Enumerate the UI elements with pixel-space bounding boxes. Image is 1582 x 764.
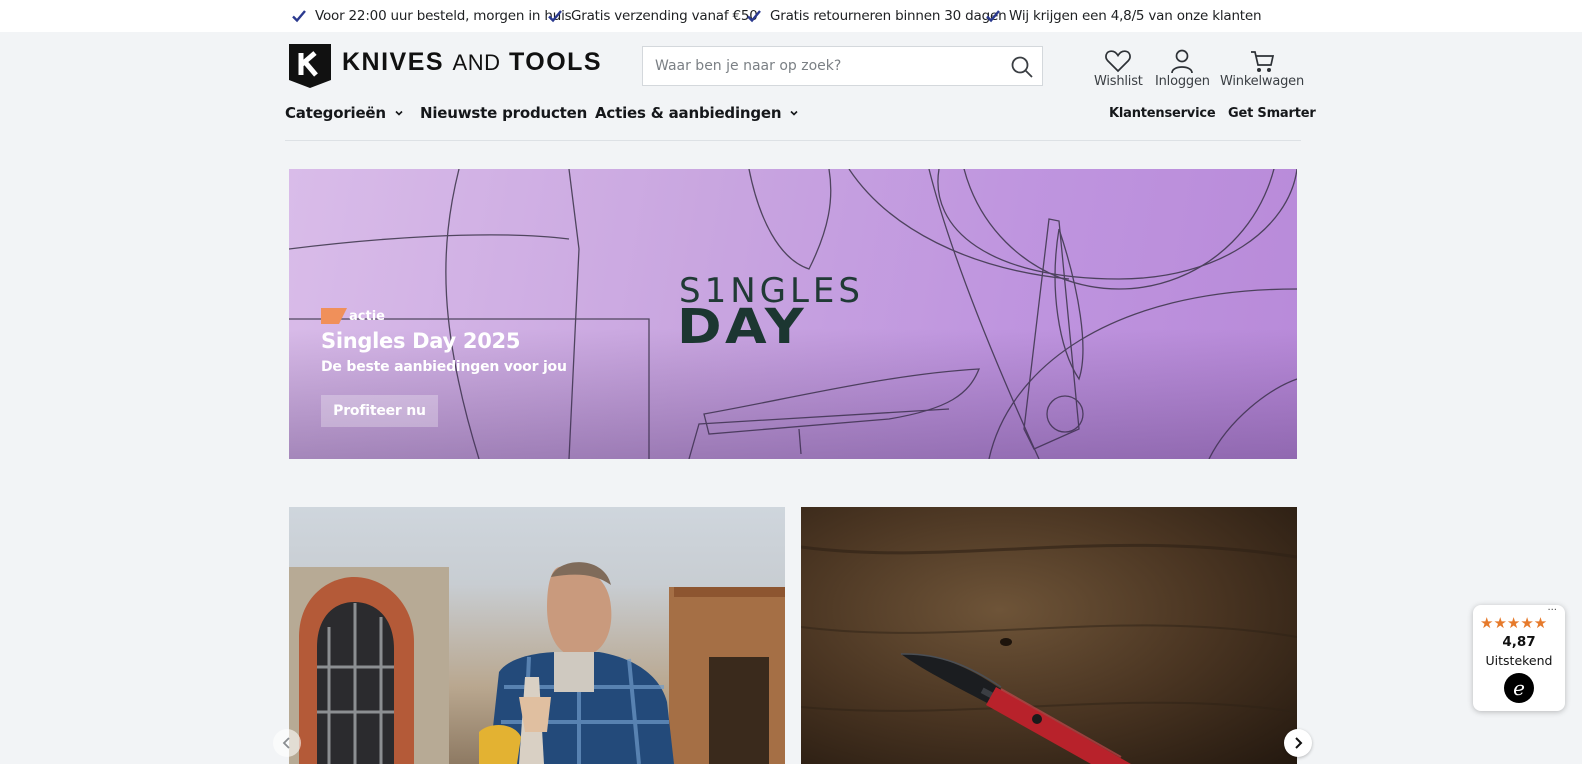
deal-badge: actie [321, 308, 385, 324]
checkmark-icon [747, 10, 761, 23]
trusted-shops-logo-icon: e [1504, 673, 1534, 703]
logo-wordmark[interactable]: KNIVES AND TOOLS [342, 48, 602, 77]
heart-icon [1105, 50, 1132, 73]
widget-menu-icon[interactable]: ··· [1547, 605, 1557, 616]
logo-mark-icon [289, 44, 331, 88]
logo-word-tools: TOOLS [508, 48, 603, 76]
chevron-down-icon [395, 110, 403, 116]
usp-item: Voor 22:00 uur besteld, morgen in huis [291, 0, 572, 32]
chevron-down-icon [790, 110, 798, 116]
nav-customer-service[interactable]: Klantenservice [1109, 106, 1216, 121]
nav-categories[interactable]: Categorieën [285, 104, 404, 122]
rating-label: Uitstekend [1485, 653, 1553, 668]
search-input[interactable] [643, 47, 993, 85]
usp-bar: Voor 22:00 uur besteld, morgen in huis G… [0, 0, 1582, 32]
carousel-next-button[interactable] [1284, 729, 1312, 757]
usp-item: Wij krijgen een 4,8/5 van onze klanten [985, 0, 1262, 32]
wishlist-button[interactable]: Wishlist [1094, 48, 1143, 89]
checkmark-icon [986, 10, 1000, 23]
checkmark-icon [548, 10, 562, 23]
usp-text: Gratis retourneren binnen 30 dagen [770, 8, 1007, 24]
user-icon [1171, 49, 1194, 74]
rating-score: 4,87 [1502, 634, 1536, 650]
promo-image-knife [801, 543, 1297, 764]
promo-image-axe-man [289, 562, 785, 764]
carousel-prev-button[interactable] [273, 729, 301, 757]
search-icon[interactable] [1010, 55, 1034, 79]
hero-subtitle: De beste aanbiedingen voor jou [321, 359, 567, 375]
cart-label: Winkelwagen [1220, 74, 1304, 89]
hero-title: Singles Day 2025 [321, 329, 521, 353]
nav-get-smarter[interactable]: Get Smarter [1228, 106, 1316, 121]
nav-new-products-label: Nieuwste producten [420, 104, 588, 122]
hero-cta-button[interactable]: Profiteer nu [321, 395, 438, 427]
logo-word-knives: KNIVES [342, 48, 445, 76]
nav-deals-label: Acties & aanbiedingen [595, 104, 782, 122]
search-box [642, 46, 1043, 86]
checkmark-icon [292, 10, 306, 23]
login-button[interactable]: Inloggen [1155, 48, 1210, 89]
usp-item: Gratis retourneren binnen 30 dagen [746, 0, 1007, 32]
usp-text: Gratis verzending vanaf €50 [571, 8, 758, 24]
usp-text: Wij krijgen een 4,8/5 van onze klanten [1009, 8, 1262, 24]
promo-card-knife[interactable] [801, 507, 1297, 764]
hero-banner[interactable]: S1NGLES DAY actie Singles Day 2025 De be… [289, 169, 1297, 459]
trusted-shops-widget[interactable]: ··· ★★★★★ 4,87 Uitstekend e [1473, 605, 1565, 711]
cart-icon [1250, 51, 1275, 72]
usp-item: Gratis verzending vanaf €50 [547, 0, 758, 32]
wishlist-label: Wishlist [1094, 74, 1143, 89]
chevron-left-icon [282, 737, 290, 749]
nav-categories-label: Categorieën [285, 104, 386, 122]
login-label: Inloggen [1155, 74, 1210, 89]
hero-art-day: DAY [677, 299, 808, 355]
nav-new-products[interactable]: Nieuwste producten [420, 104, 587, 122]
badge-label: actie [349, 308, 385, 324]
logo-word-and: AND [452, 50, 501, 75]
badge-flag-icon [321, 308, 347, 324]
nav-deals[interactable]: Acties & aanbiedingen [595, 104, 799, 122]
usp-text: Voor 22:00 uur besteld, morgen in huis [315, 8, 572, 24]
chevron-right-icon [1295, 737, 1303, 749]
rating-stars: ★★★★★ [1480, 614, 1548, 632]
logo-link[interactable] [289, 44, 331, 88]
nav-divider [285, 140, 1301, 141]
promo-card-outdoor[interactable] [289, 507, 785, 764]
cart-button[interactable]: Winkelwagen [1220, 48, 1304, 89]
